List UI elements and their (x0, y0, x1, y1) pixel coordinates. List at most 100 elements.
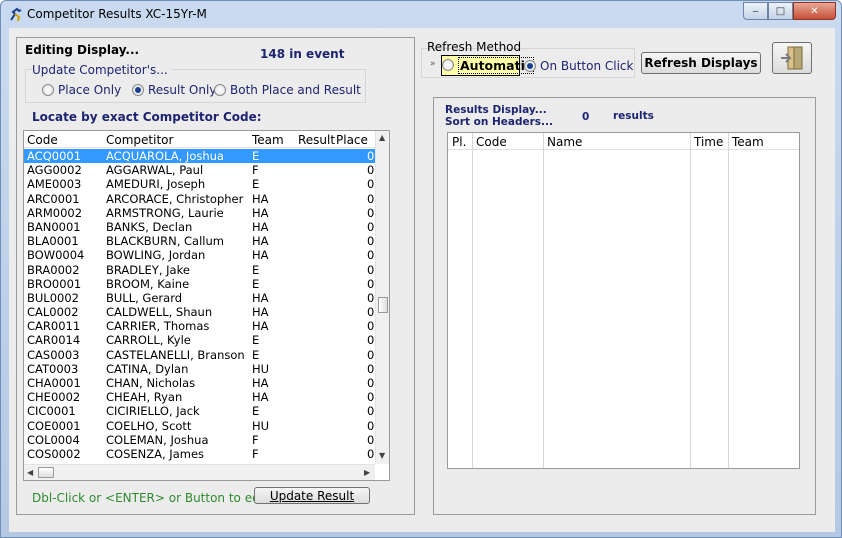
header-code[interactable]: Code (27, 133, 58, 147)
results-title: Results Display... (445, 104, 547, 116)
header-competitor[interactable]: Competitor (106, 133, 173, 147)
cell-competitor: BRADLEY, Jake (106, 262, 190, 277)
table-row[interactable]: COS0002 COSENZA, James F 0 (24, 447, 375, 461)
header-code[interactable]: Code (476, 135, 507, 149)
table-row[interactable]: ACQ0001 ACQUAROLA, Joshua E 0 (24, 149, 375, 164)
table-row[interactable]: BAN0001 BANKS, Declan HA 0 (24, 220, 375, 234)
table-row[interactable]: CAR0014 CARROLL, Kyle E 0 (24, 333, 375, 347)
scroll-left-icon[interactable]: ◀ (27, 468, 33, 477)
radio-result-only[interactable]: Result Only (132, 83, 216, 97)
cell-team: HA (252, 390, 269, 405)
radio-circle-checked[interactable] (132, 84, 144, 96)
cell-competitor: CHEAH, Ryan (106, 390, 183, 405)
cell-team: E (252, 276, 260, 291)
window-title: Competitor Results XC-15Yr-M (27, 7, 207, 21)
cell-competitor: AMEDURI, Joseph (106, 177, 206, 192)
header-team[interactable]: Team (252, 133, 284, 147)
table-row[interactable]: CAT0003 CATINA, Dylan HU 0 (24, 362, 375, 376)
horizontal-scrollbar[interactable]: ◀ ▶ (24, 464, 375, 480)
cell-competitor: CASTELANELLI, Branson (106, 347, 245, 362)
competitor-list-header: Code Competitor Team Result Place (24, 131, 375, 148)
radio-label: Place Only (58, 83, 122, 97)
radio-circle[interactable] (214, 84, 226, 96)
title-bar[interactable]: Competitor Results XC-15Yr-M ‒ □ ✕ (1, 1, 841, 27)
table-row[interactable]: COE0001 COELHO, Scott HU 0 (24, 419, 375, 433)
radio-circle-checked[interactable] (524, 60, 536, 72)
vertical-scroll-thumb[interactable] (378, 297, 388, 313)
table-row[interactable]: CHE0002 CHEAH, Ryan HA 0 (24, 390, 375, 404)
update-result-button[interactable]: Update Result (254, 487, 370, 504)
radio-label: On Button Click (540, 59, 634, 73)
radio-circle[interactable] (42, 84, 54, 96)
results-list-header: Pl. Code Name Time Team (448, 133, 799, 150)
refresh-displays-button[interactable]: Refresh Displays (641, 52, 761, 74)
radio-both[interactable]: Both Place and Result (214, 83, 361, 97)
competitor-list[interactable]: Code Competitor Team Result Place ACQ000… (23, 130, 390, 481)
header-place[interactable]: Place (336, 133, 368, 147)
event-count: 148 in event (260, 47, 345, 61)
results-sort-hint: Sort on Headers... (445, 116, 553, 128)
header-name[interactable]: Name (547, 135, 582, 149)
maximize-button[interactable]: □ (768, 2, 793, 20)
radio-automatic[interactable] (442, 59, 454, 71)
automatic-label[interactable]: Automatic (458, 57, 535, 74)
table-row[interactable]: CIC0001 CICIRIELLO, Jack E 0 (24, 404, 375, 418)
table-row[interactable]: AME0003 AMEDURI, Joseph E 0 (24, 177, 375, 191)
cell-team: HA (252, 376, 269, 390)
cell-team: HA (252, 234, 269, 249)
cell-code: BOW0004 (27, 248, 85, 263)
cell-team: HA (252, 319, 269, 334)
table-row[interactable]: CHA0001 CHAN, Nicholas HA 0 (24, 376, 375, 390)
cell-team: E (252, 347, 260, 362)
radio-label: Result Only (148, 83, 217, 97)
radio-place-only[interactable]: Place Only (42, 83, 121, 97)
table-row[interactable]: BRA0002 BRADLEY, Jake E 0 (24, 263, 375, 277)
results-list[interactable]: Pl. Code Name Time Team (447, 132, 800, 469)
cell-competitor: BLACKBURN, Callum (106, 234, 224, 249)
scroll-down-icon[interactable]: ▼ (379, 451, 385, 460)
table-row[interactable]: BLA0001 BLACKBURN, Callum HA 0 (24, 234, 375, 248)
table-row[interactable]: BRO0001 BROOM, Kaine E 0 (24, 277, 375, 291)
cell-team: E (252, 177, 260, 192)
table-row[interactable]: BUL0002 BULL, Gerard HA 0 (24, 291, 375, 305)
header-result[interactable]: Result (298, 133, 335, 147)
close-button[interactable]: ✕ (793, 2, 836, 20)
table-row[interactable]: AGG0002 AGGARWAL, Paul F 0 (24, 163, 375, 177)
minimize-button[interactable]: ‒ (743, 2, 768, 20)
header-time[interactable]: Time (694, 135, 723, 149)
table-row[interactable]: CAS0003 CASTELANELLI, Branson E 0 (24, 348, 375, 362)
scroll-up-icon[interactable]: ▲ (379, 133, 385, 142)
header-team[interactable]: Team (732, 135, 764, 149)
exit-door-icon (781, 46, 803, 70)
table-row[interactable]: COL0004 COLEMAN, Joshua F 0 (24, 433, 375, 447)
table-row[interactable]: ARC0001 ARCORACE, Christopher HA 0 (24, 192, 375, 206)
cell-code: COE0001 (27, 418, 81, 433)
column-divider (543, 133, 544, 468)
radio-on-button-click[interactable]: On Button Click (524, 59, 633, 73)
cell-team: HU (252, 361, 270, 376)
scroll-right-icon[interactable]: ▶ (364, 468, 370, 477)
table-row[interactable]: BOW0004 BOWLING, Jordan HA 0 (24, 248, 375, 262)
cell-place: 0 (367, 446, 375, 461)
radio-circle[interactable] (442, 59, 454, 71)
cell-place: 0 (367, 376, 375, 390)
cell-team: E (252, 333, 260, 348)
edit-hint: Dbl-Click or <ENTER> or Button to edit (32, 491, 268, 505)
radio-label: Both Place and Result (230, 83, 361, 97)
table-row[interactable]: CAL0002 CALDWELL, Shaun HA 0 (24, 305, 375, 319)
header-pl[interactable]: Pl. (452, 135, 466, 149)
cell-place: 0 (367, 262, 375, 277)
table-row[interactable]: CAR0011 CARRIER, Thomas HA 0 (24, 319, 375, 333)
cell-competitor: CATINA, Dylan (106, 361, 189, 376)
vertical-scrollbar[interactable]: ▲ ▼ (375, 131, 389, 464)
cell-competitor: AGGARWAL, Paul (106, 163, 204, 178)
cell-place: 0 (367, 234, 375, 249)
cell-code: CAL0002 (27, 305, 79, 320)
horizontal-scroll-thumb[interactable] (38, 467, 54, 478)
cell-place: 0 (367, 163, 375, 178)
cell-place: 0 (367, 319, 375, 334)
table-row[interactable]: ARM0002 ARMSTRONG, Laurie HA 0 (24, 206, 375, 220)
cell-place: 0 (367, 418, 375, 433)
cell-competitor: CALDWELL, Shaun (106, 305, 213, 320)
exit-button[interactable] (772, 42, 812, 74)
